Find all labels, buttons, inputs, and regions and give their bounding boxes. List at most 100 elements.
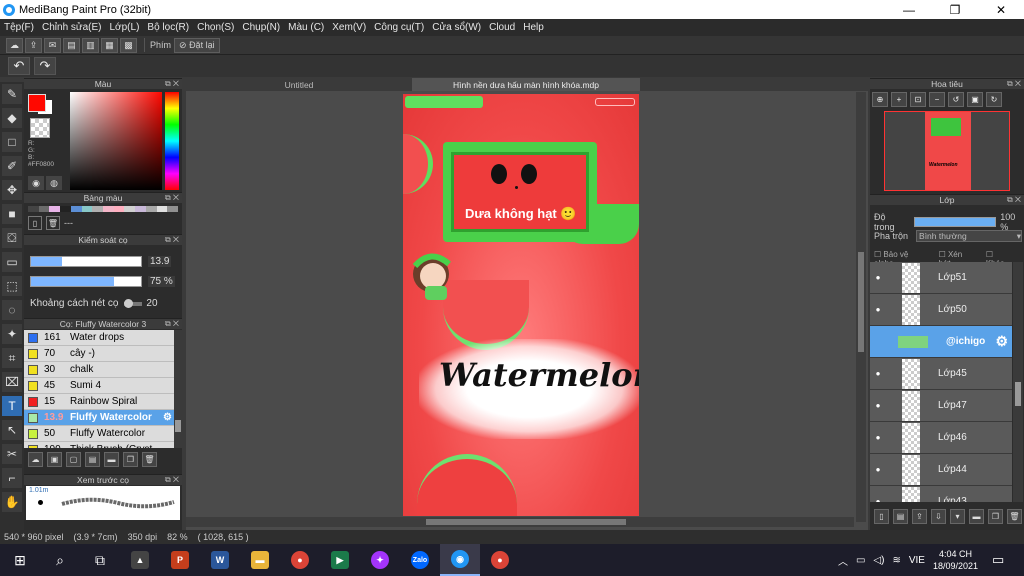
panel-controls-icon[interactable]: ⧉ ✕	[165, 79, 179, 89]
menu-tools[interactable]: Công cụ(T)	[374, 22, 424, 33]
hue-slider[interactable]	[165, 92, 179, 190]
brush-item[interactable]: 45 Sumi 4	[24, 378, 174, 394]
palette-swatch[interactable]	[156, 206, 168, 212]
visibility-icon[interactable]: ●	[870, 305, 886, 314]
trash-icon[interactable]: 🗑	[1007, 509, 1022, 524]
menu-color[interactable]: Màu (C)	[288, 22, 324, 33]
brush-item[interactable]: 50 Fluffy Watercolor	[24, 426, 174, 442]
palette-swatch[interactable]	[70, 206, 82, 212]
grid-icon[interactable]: ▦	[101, 37, 118, 53]
menu-select[interactable]: Chọn(S)	[197, 22, 234, 33]
layer-row[interactable]: ● Lớp51	[870, 262, 1012, 294]
chrome-app-icon[interactable]: ●	[280, 544, 320, 576]
saturation-value-picker[interactable]	[70, 92, 162, 190]
cloud-icon[interactable]: ☁	[6, 37, 23, 53]
panel-controls-icon[interactable]: ⧉ ✕	[165, 475, 179, 485]
text-tool-icon[interactable]: T	[2, 396, 22, 416]
language-indicator[interactable]: VIE	[909, 555, 925, 566]
layer-opacity-slider[interactable]	[914, 217, 997, 227]
scroll-thumb[interactable]	[858, 252, 864, 352]
menu-cloud[interactable]: Cloud	[489, 22, 515, 33]
visibility-icon[interactable]: ●	[870, 465, 886, 474]
eyedropper-tool-icon[interactable]: ⌐	[2, 468, 22, 488]
foreground-color-swatch[interactable]	[28, 94, 46, 112]
duplicate-icon[interactable]: ❐	[123, 452, 138, 467]
brush-size-value[interactable]: 13.9	[148, 255, 172, 267]
visibility-icon[interactable]: ●	[870, 497, 886, 502]
bucket-tool-icon[interactable]: ⛋	[2, 228, 22, 248]
palette-swatch[interactable]	[113, 206, 125, 212]
clock[interactable]: 4:04 CH 18/09/2021	[933, 548, 978, 572]
gradient-tool-icon[interactable]: ▭	[2, 252, 22, 272]
panel-controls-icon[interactable]: ⧉ ✕	[1007, 195, 1021, 205]
fill-rect-tool-icon[interactable]: ■	[2, 204, 22, 224]
eraser-tool-icon[interactable]: ◆	[2, 108, 22, 128]
document-icon[interactable]: ▥	[82, 37, 99, 53]
panel-controls-icon[interactable]: ⧉ ✕	[165, 235, 179, 245]
scroll-thumb[interactable]	[426, 519, 626, 525]
panel-controls-icon[interactable]: ⧉ ✕	[1007, 79, 1021, 89]
brush-item[interactable]: 13.9 Fluffy Watercolor ⚙	[24, 410, 174, 426]
layer-row[interactable]: ● Lớp50	[870, 294, 1012, 326]
menu-file[interactable]: Tệp(F)	[4, 22, 34, 33]
zoom-fit-icon[interactable]: ⊕	[872, 92, 888, 107]
brush-item[interactable]: 161 Water drops	[24, 330, 174, 346]
restore-button[interactable]: ❐	[932, 0, 978, 19]
magic-wand-tool-icon[interactable]: ✦	[2, 324, 22, 344]
menu-layer[interactable]: Lớp(L)	[110, 22, 140, 33]
reset-button[interactable]: ⊘ Đặt lại	[174, 37, 220, 53]
layer-row[interactable]: @ichigo ⚙	[870, 326, 1012, 358]
notification-icon[interactable]: ▭	[992, 552, 1018, 568]
layer-row[interactable]: ● Lớp43	[870, 486, 1012, 502]
duplicate-icon[interactable]: ❐	[988, 509, 1003, 524]
rotate-right-icon[interactable]: ↻	[986, 92, 1002, 107]
merge-layer-icon[interactable]: ⇩	[931, 509, 946, 524]
word-app-icon[interactable]: W	[200, 544, 240, 576]
undo-icon[interactable]: ↶	[8, 57, 30, 75]
transparent-color-swatch[interactable]	[30, 118, 50, 138]
color-wheel-icon[interactable]: ◉	[28, 176, 44, 190]
palette-swatch[interactable]	[38, 206, 50, 212]
menu-window[interactable]: Cửa sổ(W)	[432, 22, 481, 33]
palette-swatch[interactable]	[103, 206, 114, 212]
visibility-icon[interactable]: ●	[870, 401, 886, 410]
volume-icon[interactable]: ◁)	[873, 555, 884, 566]
palette-swatch[interactable]	[92, 206, 104, 212]
palette-swatch[interactable]	[49, 206, 61, 212]
tab-watermelon-file[interactable]: Hình nền dưa hấu màn hình khóa.mdp	[412, 78, 640, 91]
new-layer-icon[interactable]: ▯	[874, 509, 889, 524]
panel-controls-icon[interactable]: ⧉ ✕	[165, 319, 179, 329]
visibility-icon[interactable]: ●	[870, 273, 886, 282]
trash-icon[interactable]: 🗑	[142, 452, 157, 467]
select-rect-tool-icon[interactable]: ⬚	[2, 276, 22, 296]
brush-item[interactable]: 15 Rainbow Spiral	[24, 394, 174, 410]
menu-snap[interactable]: Chụp(N)	[242, 22, 280, 33]
brush-item[interactable]: 100Thick Brush (Cryst	[24, 442, 174, 448]
brush-size-slider[interactable]	[30, 255, 142, 267]
lasso-tool-icon[interactable]: ◌	[2, 300, 22, 320]
tiles-icon[interactable]: ▩	[120, 37, 137, 53]
cloud-brush-icon[interactable]: ☁	[28, 452, 43, 467]
powerpoint-app-icon[interactable]: P	[160, 544, 200, 576]
brush-tool-icon[interactable]: ✎	[2, 84, 22, 104]
layer-row[interactable]: ● Lớp47	[870, 390, 1012, 422]
visibility-icon[interactable]: ●	[870, 433, 886, 442]
add-brush-icon[interactable]: ▣	[47, 452, 62, 467]
scroll-thumb[interactable]	[1015, 382, 1021, 406]
file-explorer-icon[interactable]: ▬	[240, 544, 280, 576]
chevron-up-icon[interactable]: ︿	[838, 553, 848, 568]
brush-spacing-value[interactable]: 20	[146, 298, 157, 309]
palette-swatches[interactable]	[28, 206, 179, 212]
photos-app-icon[interactable]: ▲	[120, 544, 160, 576]
comment-icon[interactable]: ✉	[44, 37, 61, 53]
rotate-left-icon[interactable]: ↺	[948, 92, 964, 107]
import-layer-icon[interactable]: ⇪	[912, 509, 927, 524]
palette-swatch[interactable]	[81, 206, 93, 212]
search-icon[interactable]: ⌕	[40, 544, 80, 576]
brush-file-icon[interactable]: ▤	[85, 452, 100, 467]
battery-icon[interactable]: ▭	[856, 555, 865, 566]
brush-list-scrollbar[interactable]	[174, 330, 182, 448]
windows-start-icon[interactable]: ⊞	[0, 544, 40, 576]
zoom-in-icon[interactable]: +	[891, 92, 907, 107]
reset-view-icon[interactable]: ▣	[967, 92, 983, 107]
